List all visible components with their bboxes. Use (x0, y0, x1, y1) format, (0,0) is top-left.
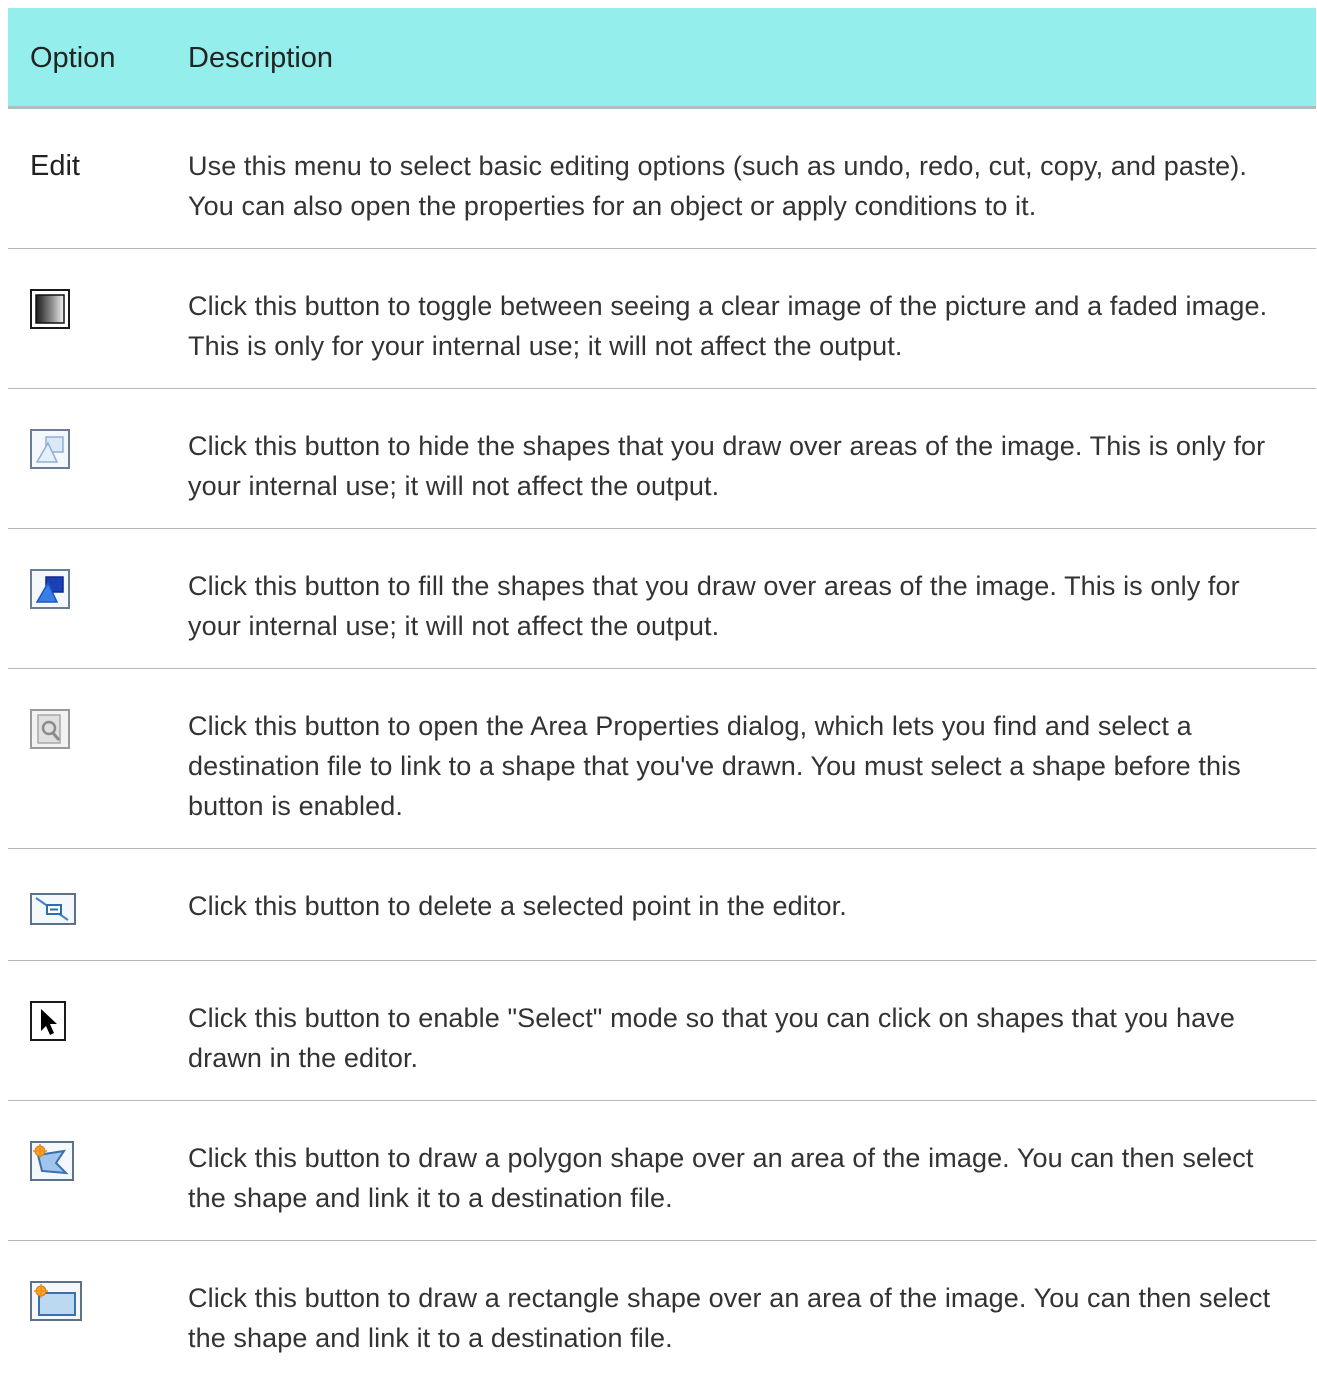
table-row: Click this button to hide the shapes tha… (8, 389, 1316, 529)
option-cell (8, 1278, 188, 1326)
toggle-faded-icon (30, 289, 70, 329)
description-cell: Click this button to draw a rectangle sh… (188, 1283, 1271, 1353)
option-cell (8, 998, 188, 1046)
table-row: Click this button to enable "Select" mod… (8, 961, 1316, 1101)
description-cell: Click this button to fill the shapes tha… (188, 571, 1240, 641)
hide-shapes-icon (30, 429, 70, 469)
description-cell: Click this button to enable "Select" mod… (188, 1003, 1235, 1073)
table-row: Click this button to toggle between seei… (8, 249, 1316, 389)
description-cell: Click this button to delete a selected p… (188, 891, 847, 921)
description-cell: Click this button to draw a polygon shap… (188, 1143, 1254, 1213)
option-cell (8, 426, 188, 474)
option-cell (8, 706, 188, 754)
table-row: Click this button to delete a selected p… (8, 849, 1316, 961)
description-cell: Click this button to toggle between seei… (188, 291, 1268, 361)
option-cell (8, 1138, 188, 1186)
table-row: Click this button to draw a polygon shap… (8, 1101, 1316, 1241)
option-column-header: Option (30, 41, 116, 74)
option-cell (8, 886, 188, 934)
fill-shapes-icon (30, 569, 70, 609)
option-cell (8, 286, 188, 334)
description-cell: Click this button to open the Area Prope… (188, 711, 1241, 821)
delete-point-icon (30, 889, 76, 929)
edit-menu-label: Edit (30, 150, 80, 182)
select-arrow-icon (30, 1001, 70, 1041)
table-row: Edit Use this menu to select basic editi… (8, 109, 1316, 249)
table-header-row: Option Description (8, 8, 1316, 109)
description-cell: Click this button to hide the shapes tha… (188, 431, 1266, 501)
options-table: Option Description Edit Use this menu to… (8, 8, 1316, 1381)
draw-polygon-icon (30, 1141, 74, 1181)
table-row: Click this button to fill the shapes tha… (8, 529, 1316, 669)
draw-rectangle-icon (30, 1281, 82, 1321)
description-cell: Use this menu to select basic editing op… (188, 151, 1247, 221)
option-cell: Edit (8, 146, 188, 186)
table-row: Click this button to draw a rectangle sh… (8, 1241, 1316, 1381)
option-cell (8, 566, 188, 614)
description-column-header: Description (188, 41, 334, 74)
table-row: Click this button to open the Area Prope… (8, 669, 1316, 849)
area-properties-icon (30, 709, 70, 749)
